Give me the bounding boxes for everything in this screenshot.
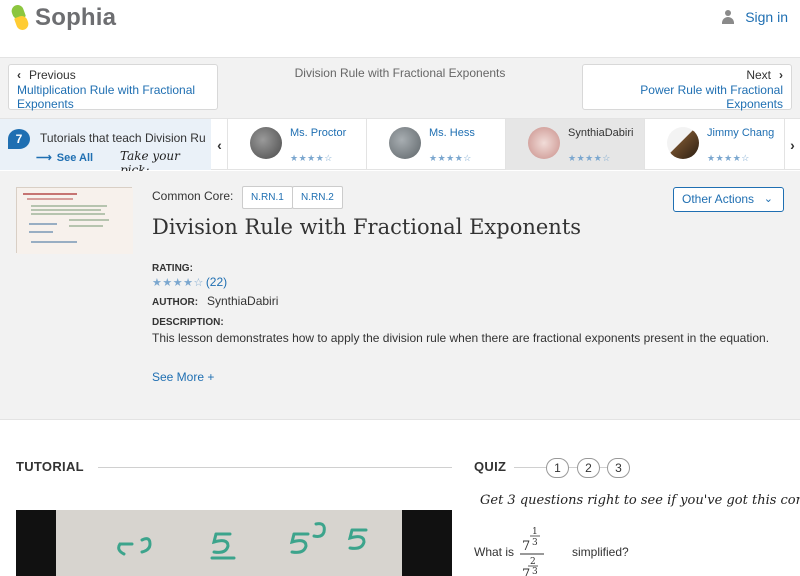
author-name: SynthiaDabiri — [207, 294, 279, 308]
tutorial-video[interactable] — [16, 510, 452, 576]
chevron-left-icon: ‹ — [217, 136, 222, 153]
previous-label: Previous — [29, 68, 76, 82]
tutors-intro: 7 Tutorials that teach Division Rule wit… — [0, 119, 211, 177]
svg-text:1: 1 — [532, 527, 538, 537]
see-all-link[interactable]: ⟶ See All — [36, 151, 93, 164]
tutors-intro-text: Tutorials that teach Division Rule with … — [40, 131, 205, 145]
tutor-card-ms-proctor[interactable]: Ms. Proctor ★★★★☆ — [228, 119, 367, 170]
tutor-avatar — [528, 127, 560, 159]
description-label: DESCRIPTION: — [152, 317, 224, 328]
tutorial-divider — [98, 467, 452, 468]
svg-text:3: 3 — [532, 538, 538, 548]
chevron-right-icon: › — [779, 68, 783, 82]
tutor-avatar — [667, 127, 699, 159]
tutor-rating-stars: ★★★★☆ — [568, 153, 611, 163]
svg-text:7: 7 — [522, 567, 530, 576]
quiz-question-1-button[interactable]: 1 — [546, 458, 569, 478]
user-icon — [721, 9, 735, 25]
chevron-right-icon: › — [790, 136, 795, 153]
other-actions-dropdown[interactable]: Other Actions ⌄ — [673, 187, 784, 212]
tutor-rating-stars: ★★★★☆ — [707, 153, 750, 163]
sophia-logo[interactable]: Sophia — [9, 3, 117, 32]
next-label: Next — [746, 68, 771, 82]
carousel-next-arrow[interactable]: › — [784, 119, 800, 170]
see-all-label: See All — [56, 152, 94, 164]
see-more-link[interactable]: See More + — [152, 370, 214, 384]
lesson-thumbnail — [16, 187, 133, 254]
previous-lesson-title: Multiplication Rule with Fractional Expo… — [17, 83, 196, 111]
tutor-name: Ms. Proctor — [290, 127, 347, 139]
quiz-hint-text: Get 3 questions right to see if you've g… — [480, 493, 800, 508]
quiz-question-2-button[interactable]: 2 — [577, 458, 600, 478]
rating-count-link[interactable]: (22) — [206, 275, 227, 289]
carousel-prev-arrow[interactable]: ‹ — [212, 119, 228, 170]
star-rating-icon: ★★★★☆ — [152, 276, 204, 289]
quiz-divider — [514, 467, 546, 468]
quiz-question-3-button[interactable]: 3 — [607, 458, 630, 478]
logo-text: Sophia — [35, 4, 117, 31]
tutor-card-jimmy-chang[interactable]: Jimmy Chang ★★★★☆ — [645, 119, 784, 170]
tutors-carousel: 7 Tutorials that teach Division Rule wit… — [0, 118, 800, 177]
tutorial-count-badge: 7 — [8, 129, 30, 149]
tutorial-heading: TUTORIAL — [16, 459, 84, 474]
lesson-title: Division Rule with Fractional Exponents — [152, 215, 582, 239]
chevron-left-icon: ‹ — [17, 68, 21, 82]
author-label: AUTHOR: — [152, 297, 199, 308]
rating-row: ★★★★☆ (22) — [152, 275, 227, 289]
next-lesson-button[interactable]: Next › Power Rule with Fractional Exponen… — [582, 64, 792, 111]
tutor-name: Jimmy Chang — [707, 127, 775, 139]
lesson-navigation: ‹ Previous Multiplication Rule with Fract… — [0, 58, 800, 118]
quiz-expression-math: 7 1 3 2 7 3 — [520, 527, 544, 576]
svg-text:7: 7 — [522, 539, 530, 554]
sign-in-link[interactable]: Sign in — [721, 9, 788, 25]
previous-lesson-button[interactable]: ‹ Previous Multiplication Rule with Fract… — [8, 64, 218, 111]
top-header: Sophia Sign in — [0, 0, 800, 58]
svg-text:3: 3 — [532, 567, 538, 576]
next-lesson-title: Power Rule with Fractional Exponents — [640, 83, 783, 111]
tutor-name: Ms. Hess — [429, 127, 475, 139]
svg-text:2: 2 — [530, 557, 536, 567]
quiz-divider — [600, 467, 607, 468]
lesson-description: This lesson demonstrates how to apply th… — [152, 331, 770, 345]
tutor-avatar — [389, 127, 421, 159]
lesson-info-panel: Common Core: N.RN.1 N.RN.2 Other Actions… — [0, 171, 800, 420]
quiz-question-suffix: simplified? — [572, 545, 629, 559]
arrow-right-icon: ⟶ — [36, 152, 52, 164]
tutor-card-ms-hess[interactable]: Ms. Hess ★★★★☆ — [367, 119, 506, 170]
current-lesson-title: Division Rule with Fractional Exponents — [294, 66, 506, 80]
quiz-heading: QUIZ — [474, 459, 507, 474]
video-frame-math-image — [117, 522, 368, 560]
rating-label: RATING: — [152, 263, 193, 274]
tutor-rating-stars: ★★★★☆ — [429, 153, 472, 163]
quiz-question-prefix: What is — [474, 545, 515, 559]
sign-in-label: Sign in — [745, 9, 788, 25]
common-core-label: Common Core: — [152, 189, 234, 203]
tutor-avatar — [250, 127, 282, 159]
tutor-name: SynthiaDabiri — [568, 127, 634, 139]
tutor-card-synthiadabiri[interactable]: SynthiaDabiri ★★★★☆ — [506, 119, 645, 170]
chevron-down-icon: ⌄ — [763, 193, 773, 205]
common-core-tag[interactable]: N.RN.2 — [292, 186, 343, 209]
leaf-logo-icon — [9, 3, 31, 32]
other-actions-label: Other Actions — [682, 192, 755, 206]
tutor-rating-stars: ★★★★☆ — [290, 153, 333, 163]
quiz-divider — [569, 467, 577, 468]
whiteboard-thumbnail-image — [17, 188, 133, 254]
common-core-tag[interactable]: N.RN.1 — [242, 186, 293, 209]
